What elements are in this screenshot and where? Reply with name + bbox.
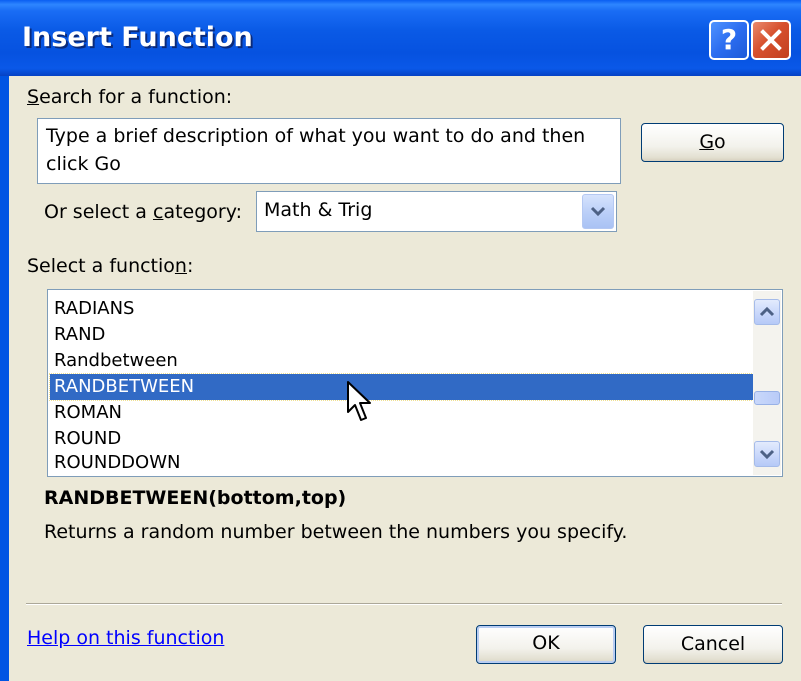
help-link[interactable]: Help on this function — [27, 627, 224, 649]
search-label: Search for a function: — [27, 86, 233, 108]
list-item[interactable]: ROUND — [50, 426, 753, 452]
search-input-line-1: Type a brief description of what you wan… — [46, 125, 586, 147]
scroll-up-button[interactable] — [754, 299, 780, 325]
vertical-scrollbar[interactable] — [753, 291, 781, 475]
close-icon — [760, 29, 782, 51]
search-input[interactable]: Type a brief description of what you wan… — [37, 118, 621, 184]
scroll-thumb[interactable] — [754, 391, 780, 405]
category-selected-value: Math & Trig — [264, 199, 373, 221]
list-item[interactable]: RAND — [50, 322, 753, 348]
ok-button[interactable]: OK — [476, 625, 616, 664]
cancel-button[interactable]: Cancel — [643, 625, 783, 664]
dialog-title: Insert Function — [22, 22, 253, 53]
category-label: Or select a category: — [44, 201, 242, 223]
list-item[interactable]: ROMAN — [50, 400, 753, 426]
go-button[interactable]: Go — [641, 123, 784, 162]
scroll-up-icon — [759, 306, 775, 317]
list-item-selected[interactable]: RANDBETWEEN — [49, 373, 754, 401]
list-item[interactable]: ROUNDDOWN — [50, 450, 753, 476]
function-signature: RANDBETWEEN(bottom,top) — [44, 487, 347, 509]
scroll-down-icon — [759, 449, 775, 460]
list-item[interactable]: Randbetween — [50, 348, 753, 374]
help-button[interactable]: ? — [709, 20, 749, 60]
mouse-cursor-icon — [347, 381, 371, 421]
insert-function-dialog: Insert Function ? Search for a function:… — [0, 0, 801, 681]
dropdown-arrow-button[interactable] — [582, 194, 614, 229]
title-bar[interactable]: Insert Function ? — [0, 0, 801, 76]
separator — [26, 603, 782, 605]
close-button[interactable] — [751, 20, 791, 60]
dropdown-arrow-icon — [590, 206, 606, 217]
function-list-label: Select a function: — [27, 255, 194, 277]
category-select[interactable]: Math & Trig — [256, 191, 617, 232]
search-input-line-2: click Go — [46, 153, 121, 175]
function-description: Returns a random number between the numb… — [44, 521, 628, 543]
help-icon: ? — [720, 23, 738, 56]
list-item[interactable]: RADIANS — [50, 296, 753, 322]
function-list[interactable]: RADIANS RAND Randbetween RANDBETWEEN ROM… — [47, 289, 783, 477]
scroll-down-button[interactable] — [754, 441, 780, 467]
